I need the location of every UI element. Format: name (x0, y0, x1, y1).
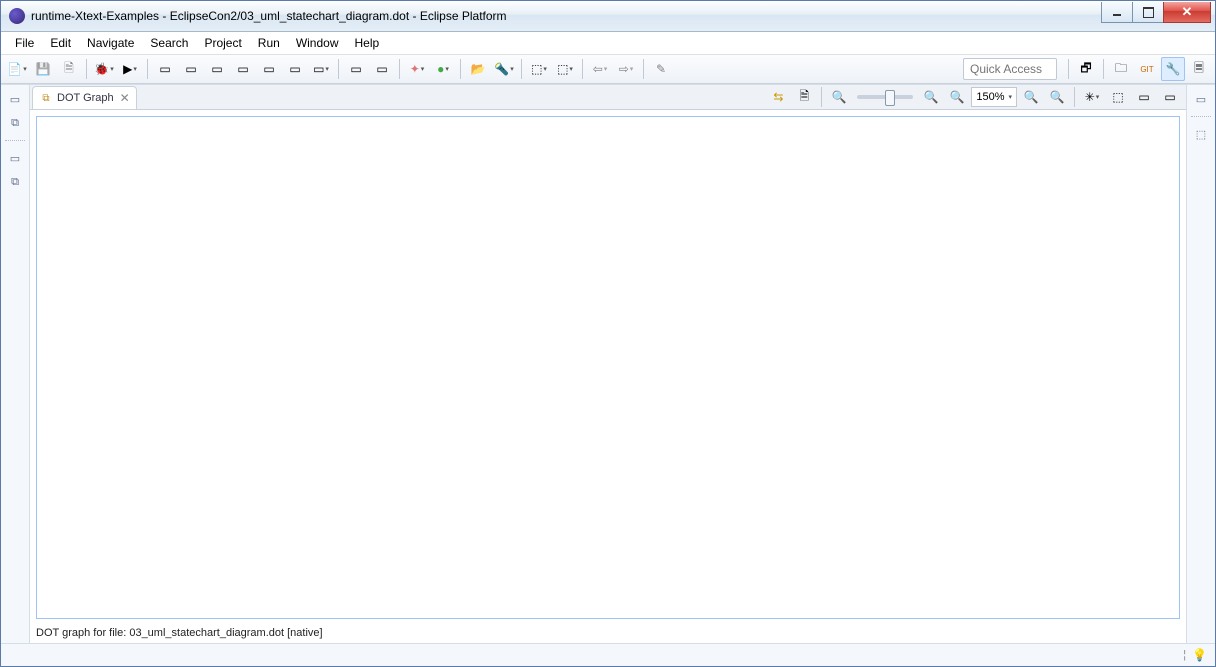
tool-a[interactable]: ▭ (153, 57, 177, 81)
tool-g[interactable]: ▭▾ (309, 57, 333, 81)
annotation-next[interactable]: ⬚▾ (553, 57, 577, 81)
restore-view-icon[interactable]: ▭ (5, 89, 25, 109)
toolbar-separator (147, 59, 148, 79)
toolbar-separator (1074, 87, 1075, 107)
zoom-out-reset-icon[interactable]: 🔍 (827, 85, 851, 109)
tool-e[interactable]: ▭ (257, 57, 281, 81)
tool-j[interactable]: ✦▾ (405, 57, 429, 81)
statusbar: ¦ 💡 (1, 643, 1215, 666)
maximize-button[interactable] (1132, 2, 1164, 23)
toolbar-separator (521, 59, 522, 79)
tab-dot-graph[interactable]: ⧉ DOT Graph ✕ (32, 86, 137, 109)
toolbar-separator (86, 59, 87, 79)
close-button[interactable]: ✕ (1163, 2, 1211, 23)
editor-toolbar: ⇆ 🗎 🔍 🔍 🔍 150%▾ 🔍 🔍 ✳▾ ⬚ ▭ ▭ (766, 85, 1186, 109)
tool-k[interactable]: ●▾ (431, 57, 455, 81)
tab-close-icon[interactable]: ✕ (120, 91, 130, 105)
zoom-slider[interactable] (857, 95, 913, 99)
window-title: runtime-Xtext-Examples - EclipseCon2/03_… (31, 9, 1102, 23)
save-button[interactable]: 💾 (31, 57, 55, 81)
titlebar[interactable]: runtime-Xtext-Examples - EclipseCon2/03_… (1, 1, 1215, 32)
perspective-git[interactable]: GIT (1135, 57, 1159, 81)
save-all-button[interactable]: 🗎 (57, 57, 81, 81)
eclipse-window: runtime-Xtext-Examples - EclipseCon2/03_… (0, 0, 1216, 667)
minimize-button[interactable] (1101, 2, 1133, 23)
minimize-view-icon[interactable]: ▭ (1132, 85, 1156, 109)
zoom-fit-icon[interactable]: 🔍 (945, 85, 969, 109)
pin-button[interactable]: ✎ (649, 57, 673, 81)
open-perspective-button[interactable]: 🗗 (1074, 57, 1098, 81)
graph-status-label: DOT graph for file: 03_uml_statechart_di… (36, 627, 323, 639)
menu-search[interactable]: Search (142, 34, 196, 52)
forward-button[interactable]: ⇨▾ (614, 57, 638, 81)
tool-d[interactable]: ▭ (231, 57, 255, 81)
zoom-in-icon[interactable]: 🔍 (1019, 85, 1043, 109)
toolbar-separator (338, 59, 339, 79)
new-button[interactable]: 📄▾ (5, 57, 29, 81)
toolbar-separator (460, 59, 461, 79)
toolbar-separator (821, 87, 822, 107)
menu-project[interactable]: Project (196, 34, 249, 52)
run-button[interactable]: ▶▾ (118, 57, 142, 81)
menubar: File Edit Navigate Search Project Run Wi… (1, 32, 1215, 55)
fit-page-icon[interactable]: ✳▾ (1080, 85, 1104, 109)
eclipse-icon (9, 8, 25, 24)
quick-access-input[interactable] (964, 62, 1056, 76)
annotation-prev[interactable]: ⬚▾ (527, 57, 551, 81)
menu-file[interactable]: File (7, 34, 42, 52)
menu-window[interactable]: Window (288, 34, 347, 52)
toolbar-separator (1103, 59, 1104, 79)
perspective-resource[interactable]: 🗀 (1109, 57, 1133, 81)
debug-button[interactable]: 🐞▾ (92, 57, 116, 81)
maximize-view-icon[interactable]: ▭ (1158, 85, 1182, 109)
tool-c[interactable]: ▭ (205, 57, 229, 81)
menu-navigate[interactable]: Navigate (79, 34, 142, 52)
right-view-icon[interactable]: ⬚ (1191, 124, 1211, 144)
graph-area[interactable]: LR_0LR_1LR_2LR_3LR_4LR_5LR_6LR_7LR_8 SS(… (30, 110, 1186, 643)
tool-b[interactable]: ▭ (179, 57, 203, 81)
toolbar-separator (1068, 59, 1069, 79)
toolbar-separator (399, 59, 400, 79)
graph-svg[interactable]: LR_0LR_1LR_2LR_3LR_4LR_5LR_6LR_7LR_8 SS(… (36, 116, 336, 266)
tab-label: DOT Graph (57, 92, 114, 104)
zoom-value[interactable]: 150%▾ (971, 87, 1017, 107)
restore-right-icon[interactable]: ▭ (1191, 89, 1211, 109)
zoom-out-icon[interactable]: 🔍 (1045, 85, 1069, 109)
perspective-debug[interactable]: 🔧 (1161, 57, 1185, 81)
outline-icon[interactable]: ⧉ (5, 172, 25, 192)
graph-icon: ⧉ (39, 91, 53, 105)
menu-help[interactable]: Help (347, 34, 388, 52)
quick-access[interactable] (963, 58, 1057, 80)
layout-icon[interactable]: ⬚ (1106, 85, 1130, 109)
package-explorer-icon[interactable]: ⧉ (5, 113, 25, 133)
perspective-java[interactable]: 🗏 (1187, 57, 1211, 81)
tool-i[interactable]: ▭ (370, 57, 394, 81)
back-button[interactable]: ⇦▾ (588, 57, 612, 81)
toolbar-separator (582, 59, 583, 79)
restore-view2-icon[interactable]: ▭ (5, 148, 25, 168)
menu-edit[interactable]: Edit (42, 34, 79, 52)
left-sidebar: ▭ ⧉ ▭ ⧉ (1, 85, 30, 643)
search-button[interactable]: 🔦▾ (492, 57, 516, 81)
show-source-icon[interactable]: 🗎 (792, 85, 816, 109)
open-type-button[interactable]: 📂 (466, 57, 490, 81)
tip-bulb-icon[interactable]: 💡 (1192, 648, 1207, 662)
menu-run[interactable]: Run (250, 34, 288, 52)
tool-h[interactable]: ▭ (344, 57, 368, 81)
main-toolbar: 📄▾ 💾 🗎 🐞▾ ▶▾ ▭ ▭ ▭ ▭ ▭ ▭ ▭▾ ▭ ▭ ✦▾ ●▾ 📂 … (1, 55, 1215, 84)
editor-tabstrip: ⧉ DOT Graph ✕ ⇆ 🗎 🔍 🔍 🔍 150%▾ 🔍 🔍 (30, 85, 1186, 110)
right-sidebar: ▭ ⬚ (1186, 85, 1215, 643)
toolbar-separator (643, 59, 644, 79)
zoom-in-reset-icon[interactable]: 🔍 (919, 85, 943, 109)
tool-f[interactable]: ▭ (283, 57, 307, 81)
tip-indicator-icon[interactable]: ¦ (1183, 649, 1186, 661)
link-editor-icon[interactable]: ⇆ (766, 85, 790, 109)
